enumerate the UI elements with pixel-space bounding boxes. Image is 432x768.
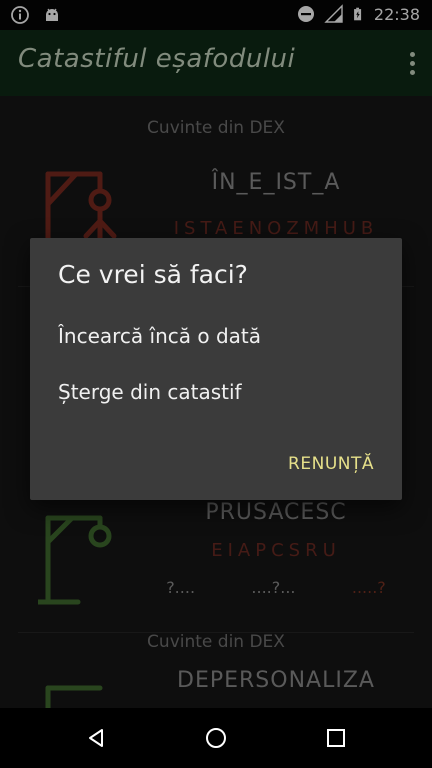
delete-option[interactable]: Șterge din catastif	[58, 380, 242, 404]
back-icon[interactable]	[80, 722, 112, 754]
dialog-title: Ce vrei să faci?	[58, 260, 248, 289]
action-dialog: Ce vrei să faci? Încearcă încă o dată Șt…	[30, 238, 402, 500]
home-icon[interactable]	[200, 722, 232, 754]
recents-icon[interactable]	[320, 722, 352, 754]
cancel-button[interactable]: RENUNȚĂ	[288, 454, 374, 474]
retry-option[interactable]: Încearcă încă o dată	[58, 324, 261, 348]
navigation-bar	[0, 708, 432, 768]
